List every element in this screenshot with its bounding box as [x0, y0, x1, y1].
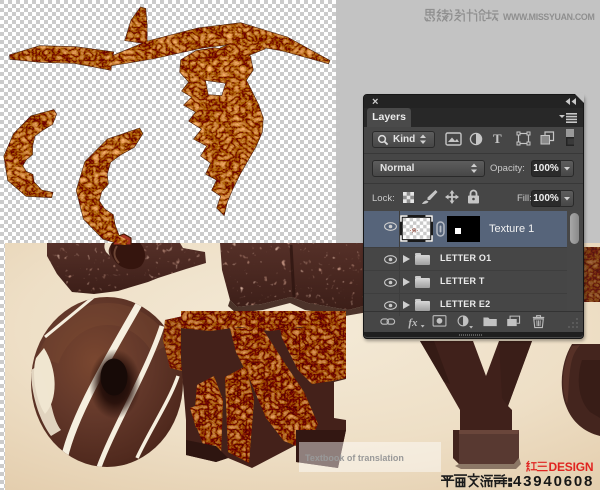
svg-text:WWW.MISSYUAN.COM: WWW.MISSYUAN.COM	[503, 12, 594, 22]
svg-text:·я·: ·я·	[409, 225, 418, 234]
svg-text:43940608: 43940608	[513, 473, 594, 488]
svg-text:Textbook of translation: Textbook of translation	[305, 453, 404, 463]
svg-text:T: T	[493, 131, 502, 146]
svg-text:DESIGN: DESIGN	[549, 460, 594, 474]
svg-text:fx: fx	[408, 317, 418, 329]
